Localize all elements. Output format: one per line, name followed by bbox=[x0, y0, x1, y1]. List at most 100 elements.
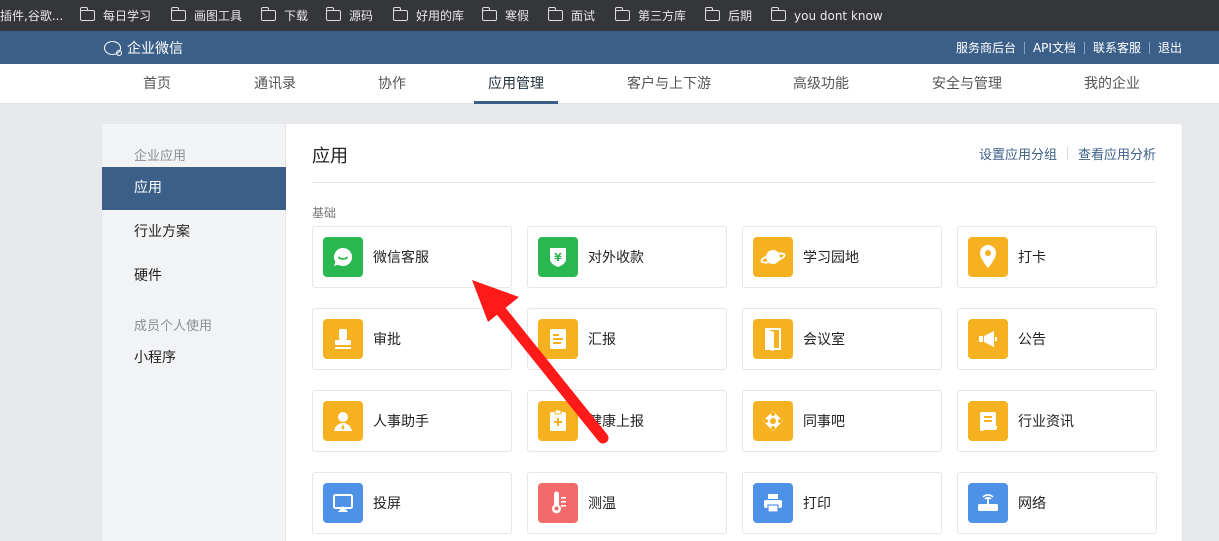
app-tile[interactable]: 网络 bbox=[957, 472, 1157, 534]
folder-icon bbox=[325, 7, 341, 21]
thermometer-icon bbox=[538, 483, 578, 523]
app-header: 企业微信 服务商后台 API文档 联系客服 退出 bbox=[0, 31, 1219, 64]
bookmark-folder[interactable]: 面试 bbox=[547, 0, 595, 31]
content-actions: 设置应用分组 查看应用分析 bbox=[979, 144, 1156, 163]
tab-my-enterprise[interactable]: 我的企业 bbox=[1084, 64, 1140, 104]
bookmark-label: 下载 bbox=[284, 9, 309, 23]
bookmark-folder[interactable]: 寒假 bbox=[481, 0, 530, 31]
section-label: 基础 bbox=[312, 206, 337, 220]
bookmark-label: 后期 bbox=[728, 9, 753, 23]
tab-security[interactable]: 安全与管理 bbox=[932, 64, 1002, 104]
tab-app-management[interactable]: 应用管理 bbox=[474, 64, 558, 104]
link-logout[interactable]: 退出 bbox=[1158, 39, 1182, 56]
app-tile[interactable]: 同事吧 bbox=[742, 390, 942, 452]
bookmark-label: 第三方库 bbox=[638, 9, 687, 23]
bookmark-folder[interactable]: you dont know bbox=[770, 0, 883, 31]
app-label: 测温 bbox=[588, 496, 616, 512]
folder-icon bbox=[260, 7, 276, 21]
folder-icon bbox=[392, 7, 408, 21]
set-app-group-link[interactable]: 设置应用分组 bbox=[979, 144, 1057, 163]
sidebar-item-apps[interactable]: 应用 bbox=[102, 167, 286, 210]
app-label: 会议室 bbox=[803, 332, 845, 348]
logo[interactable]: 企业微信 bbox=[103, 31, 183, 64]
app-tile[interactable]: 学习园地 bbox=[742, 226, 942, 288]
sidebar-group-personal: 成员个人使用 bbox=[134, 319, 213, 334]
tab-home[interactable]: 首页 bbox=[143, 64, 171, 104]
main-nav: 首页 通讯录 协作 应用管理 客户与上下游 高级功能 安全与管理 我的企业 bbox=[0, 64, 1219, 104]
sidebar-item-miniprogram[interactable]: 小程序 bbox=[102, 337, 286, 380]
bookmark-folder[interactable]: 后期 bbox=[704, 0, 753, 31]
bookmark-folder[interactable]: 下载 bbox=[260, 0, 309, 31]
app-tile[interactable]: 投屏 bbox=[312, 472, 512, 534]
app-label: 健康上报 bbox=[588, 414, 644, 430]
sidebar-item-industry[interactable]: 行业方案 bbox=[102, 211, 286, 254]
wework-logo-icon bbox=[103, 40, 123, 56]
divider bbox=[1066, 147, 1068, 160]
folder-icon bbox=[481, 7, 497, 21]
main-card: 企业应用 应用 行业方案 硬件 成员个人使用 小程序 应用 设置应用分组 查看应… bbox=[102, 124, 1182, 541]
folder-icon bbox=[704, 7, 720, 21]
bookmark-label: 画图工具 bbox=[194, 9, 243, 23]
bookmark-extensions[interactable]: 插件,谷歌... bbox=[0, 0, 63, 31]
app-tile[interactable]: 行业资讯 bbox=[957, 390, 1157, 452]
app-tile[interactable]: 打印 bbox=[742, 472, 942, 534]
person-icon bbox=[323, 401, 363, 441]
colleague-network-icon bbox=[753, 401, 793, 441]
app-tile[interactable]: 会议室 bbox=[742, 308, 942, 370]
app-label: 学习园地 bbox=[803, 250, 859, 266]
app-tile[interactable]: ¥ 对外收款 bbox=[527, 226, 727, 288]
app-label: 网络 bbox=[1018, 496, 1046, 512]
link-contact-support[interactable]: 联系客服 bbox=[1093, 39, 1141, 56]
app-label: 人事助手 bbox=[373, 414, 429, 430]
bookmark-label: you dont know bbox=[794, 8, 883, 23]
page-title: 应用 bbox=[312, 146, 348, 167]
router-icon bbox=[968, 483, 1008, 523]
divider bbox=[1083, 41, 1085, 54]
tab-customers[interactable]: 客户与上下游 bbox=[627, 64, 711, 104]
app-tile[interactable]: 健康上报 bbox=[527, 390, 727, 452]
tab-collaboration[interactable]: 协作 bbox=[378, 64, 406, 104]
tab-advanced[interactable]: 高级功能 bbox=[793, 64, 849, 104]
view-app-analysis-link[interactable]: 查看应用分析 bbox=[1078, 144, 1156, 163]
app-tile[interactable]: 打卡 bbox=[957, 226, 1157, 288]
report-doc-icon bbox=[538, 319, 578, 359]
scroll-icon bbox=[968, 401, 1008, 441]
yuan-shield-icon: ¥ bbox=[538, 237, 578, 277]
folder-icon bbox=[547, 7, 563, 21]
logo-text: 企业微信 bbox=[127, 40, 183, 57]
link-service-backend[interactable]: 服务商后台 bbox=[956, 39, 1016, 56]
bookmark-folder[interactable]: 每日学习 bbox=[79, 0, 152, 31]
bookmark-label: 寒假 bbox=[505, 9, 530, 23]
app-label: 同事吧 bbox=[803, 414, 845, 430]
screen-cast-icon bbox=[323, 483, 363, 523]
bookmarks-bar: 插件,谷歌... 每日学习 画图工具 下载 源码 好用的库 寒假 面试 第三方库… bbox=[0, 0, 1219, 31]
app-tile[interactable]: 微信客服 bbox=[312, 226, 512, 288]
divider bbox=[312, 182, 1156, 183]
app-label: 对外收款 bbox=[588, 250, 644, 266]
app-tile[interactable]: 汇报 bbox=[527, 308, 727, 370]
svg-text:¥: ¥ bbox=[554, 251, 562, 264]
app-tile[interactable]: 测温 bbox=[527, 472, 727, 534]
bookmark-label: 每日学习 bbox=[103, 9, 152, 23]
header-links: 服务商后台 API文档 联系客服 退出 bbox=[956, 31, 1182, 64]
app-label: 公告 bbox=[1018, 332, 1046, 348]
bookmark-folder[interactable]: 源码 bbox=[325, 0, 373, 31]
app-tile[interactable]: 人事助手 bbox=[312, 390, 512, 452]
door-icon bbox=[753, 319, 793, 359]
app-label: 投屏 bbox=[373, 496, 401, 512]
bookmark-label: 好用的库 bbox=[416, 9, 465, 23]
bookmark-label: 插件,谷歌... bbox=[0, 9, 64, 23]
app-label: 审批 bbox=[373, 332, 401, 348]
folder-icon bbox=[770, 7, 786, 21]
bookmark-folder[interactable]: 第三方库 bbox=[614, 0, 687, 31]
app-label: 微信客服 bbox=[373, 250, 429, 266]
sidebar-item-hardware[interactable]: 硬件 bbox=[102, 255, 286, 298]
link-api-docs[interactable]: API文档 bbox=[1033, 39, 1076, 56]
app-tile[interactable]: 公告 bbox=[957, 308, 1157, 370]
bookmark-folder[interactable]: 画图工具 bbox=[170, 0, 243, 31]
bookmark-folder[interactable]: 好用的库 bbox=[392, 0, 465, 31]
app-tile[interactable]: 审批 bbox=[312, 308, 512, 370]
tab-contacts[interactable]: 通讯录 bbox=[254, 64, 296, 104]
app-label: 汇报 bbox=[588, 332, 616, 348]
stamp-icon bbox=[323, 319, 363, 359]
